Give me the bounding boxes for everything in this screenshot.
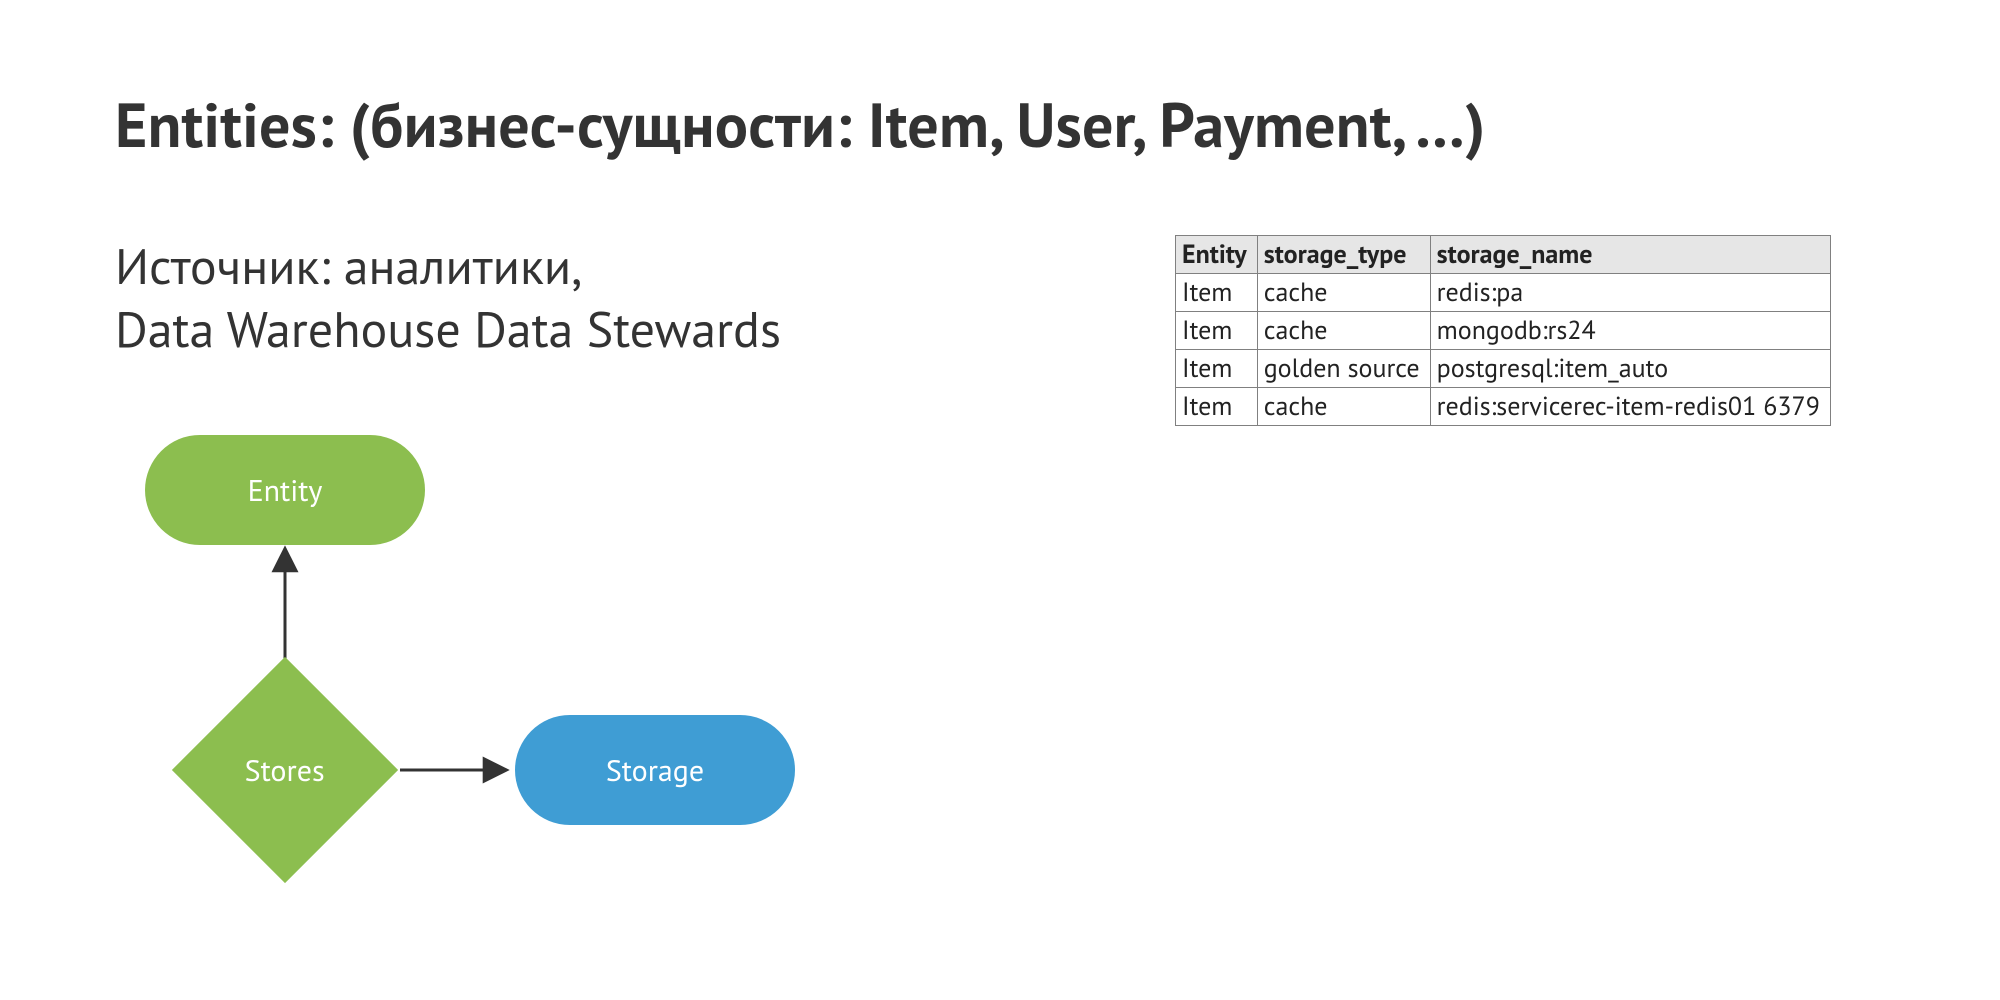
table-row: Item cache mongodb:rs24 bbox=[1176, 312, 1831, 350]
page-title: Entities: (бизнес-сущности: Item, User, … bbox=[115, 85, 1486, 165]
col-entity: Entity bbox=[1176, 236, 1258, 274]
storage-node: Storage bbox=[515, 715, 795, 825]
table-row: Item cache redis:pa bbox=[1176, 274, 1831, 312]
entity-node: Entity bbox=[145, 435, 425, 545]
table-header-row: Entity storage_type storage_name bbox=[1176, 236, 1831, 274]
col-storage-name: storage_name bbox=[1430, 236, 1830, 274]
subtitle-line-2: Data Warehouse Data Stewards bbox=[115, 296, 781, 361]
entity-node-label: Entity bbox=[248, 471, 323, 510]
entity-storage-table: Entity storage_type storage_name Item ca… bbox=[1175, 235, 1831, 426]
subtitle-line-1: Источник: аналитики, bbox=[115, 233, 582, 298]
source-text: Источник: аналитики, Data Warehouse Data… bbox=[115, 235, 781, 360]
slide: Entities: (бизнес-сущности: Item, User, … bbox=[0, 0, 2000, 1000]
table-row: Item cache redis:servicerec-item-redis01… bbox=[1176, 388, 1831, 426]
entity-stores-storage-diagram: Entity Stores Storage bbox=[115, 430, 915, 890]
stores-node-label: Stores bbox=[245, 750, 325, 789]
storage-node-label: Storage bbox=[606, 751, 704, 790]
col-storage-type: storage_type bbox=[1257, 236, 1430, 274]
table-row: Item golden source postgresql:item_auto bbox=[1176, 350, 1831, 388]
